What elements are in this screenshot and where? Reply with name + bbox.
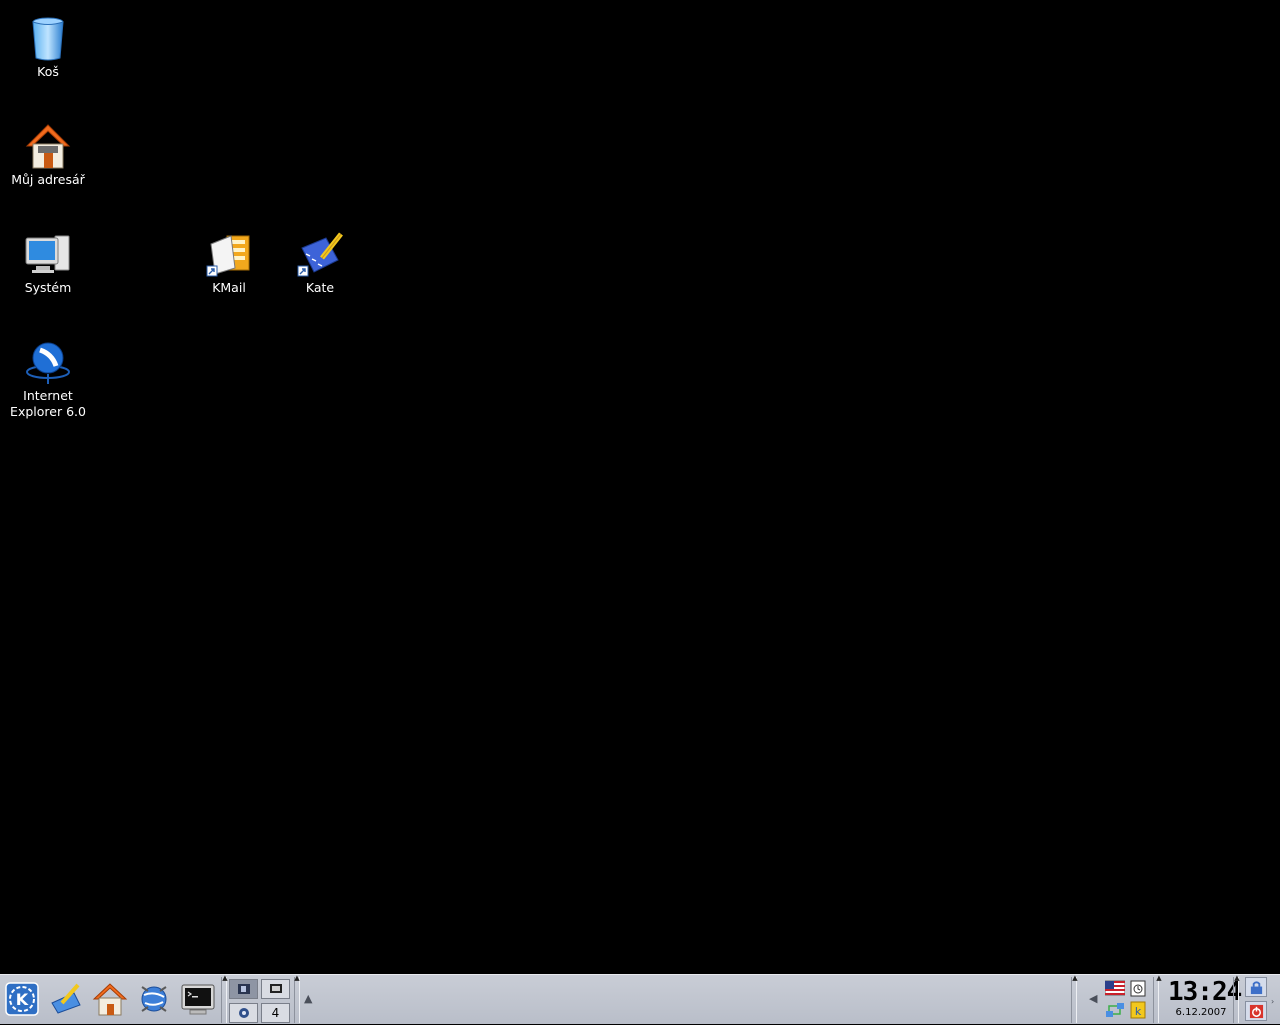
applet-handle[interactable]	[1071, 977, 1077, 1023]
pager-desktop-1[interactable]	[229, 979, 258, 999]
kicker-panel: K ▲ 4 ▲ ▲ ◀ ▲ k ▲ 13:24 6.12.2007 ▲ ›	[0, 974, 1280, 1024]
handle-arrow-icon[interactable]: ▲	[1155, 975, 1163, 982]
show-desktop-button[interactable]	[46, 979, 86, 1019]
window-thumbnail-icon	[238, 1008, 249, 1018]
pager-desktop-2[interactable]	[261, 979, 290, 999]
lock-screen-icon	[1250, 980, 1262, 994]
svg-text:k: k	[1135, 1005, 1142, 1018]
desktop-icon-label: KMail	[212, 280, 246, 295]
lock-screen-button[interactable]	[1245, 977, 1267, 997]
taskbar-scroll-up-icon[interactable]: ▲	[304, 992, 312, 1005]
logout-icon	[1249, 1004, 1263, 1018]
desktop-icon-label: Systém	[24, 280, 72, 295]
desktop-icon-label: Můj adresář	[11, 172, 85, 187]
svg-text:K: K	[16, 990, 29, 1009]
desktop-icon-label: Internet Explorer 6.0	[10, 388, 86, 419]
handle-arrow-icon[interactable]: ▲	[1233, 975, 1241, 982]
konqueror-icon	[141, 986, 167, 1012]
clock[interactable]: 13:24 6.12.2007	[1168, 977, 1242, 1023]
desktop-icon-label: Kate	[305, 280, 335, 295]
kde-menu-button[interactable]: K	[2, 979, 42, 1019]
logout-button[interactable]	[1245, 1001, 1267, 1021]
applet-handle[interactable]	[1153, 977, 1159, 1023]
internet-explorer-icon	[24, 338, 72, 386]
kmail-icon	[205, 230, 253, 278]
handle-arrow-icon[interactable]: ▲	[1071, 975, 1079, 982]
home-icon	[92, 983, 128, 1016]
kde-menu-icon: K	[5, 982, 39, 1016]
desktop-icon-internet-explorer[interactable]: Internet Explorer 6.0	[0, 338, 96, 420]
us-flag-icon[interactable]	[1104, 979, 1126, 997]
konqueror-launcher-button[interactable]	[134, 979, 174, 1019]
panel-hide-icon[interactable]: ›	[1271, 997, 1274, 1006]
desktop-icon-kmail[interactable]: KMail	[181, 230, 277, 296]
pager-desktop-3[interactable]	[229, 1003, 258, 1023]
kde-update-icon[interactable]: k	[1128, 1001, 1148, 1019]
applet-handle[interactable]	[221, 977, 227, 1023]
desktop-icon	[51, 983, 81, 1014]
trash-icon	[24, 14, 72, 62]
network-icon[interactable]	[1105, 1001, 1125, 1019]
desktop[interactable]: Koš Můj adresář Systém Internet Explorer…	[0, 0, 1280, 974]
desktop-icon-home[interactable]: Můj adresář	[0, 122, 96, 188]
handle-arrow-icon[interactable]: ▲	[293, 975, 301, 982]
home-folder-icon	[24, 122, 72, 170]
desktop-icon-system[interactable]: Systém	[0, 230, 96, 296]
klipper-icon[interactable]	[1128, 979, 1148, 997]
tray-collapse-icon[interactable]: ◀	[1089, 992, 1097, 1005]
desktop-icon-label: Koš	[37, 64, 59, 79]
window-thumbnail-icon	[237, 984, 250, 994]
applet-handle[interactable]	[294, 977, 300, 1023]
clock-date: 6.12.2007	[1175, 1007, 1227, 1018]
system-icon	[24, 230, 72, 278]
pager-desktop-4[interactable]: 4	[261, 1003, 290, 1023]
window-thumbnail-icon	[269, 984, 282, 993]
desktop-icon-kate[interactable]: Kate	[272, 230, 368, 296]
desktop-icon-trash[interactable]: Koš	[0, 14, 96, 80]
system-tray: k	[1104, 979, 1148, 1021]
applet-handle[interactable]	[1233, 977, 1239, 1023]
kate-icon	[296, 230, 344, 278]
terminal-launcher-button[interactable]	[178, 979, 218, 1019]
handle-arrow-icon[interactable]: ▲	[221, 975, 229, 982]
clock-time: 13:24	[1168, 977, 1242, 1007]
terminal-icon	[181, 984, 215, 1015]
desktop-pager: 4	[229, 977, 293, 1023]
home-launcher-button[interactable]	[90, 979, 130, 1019]
